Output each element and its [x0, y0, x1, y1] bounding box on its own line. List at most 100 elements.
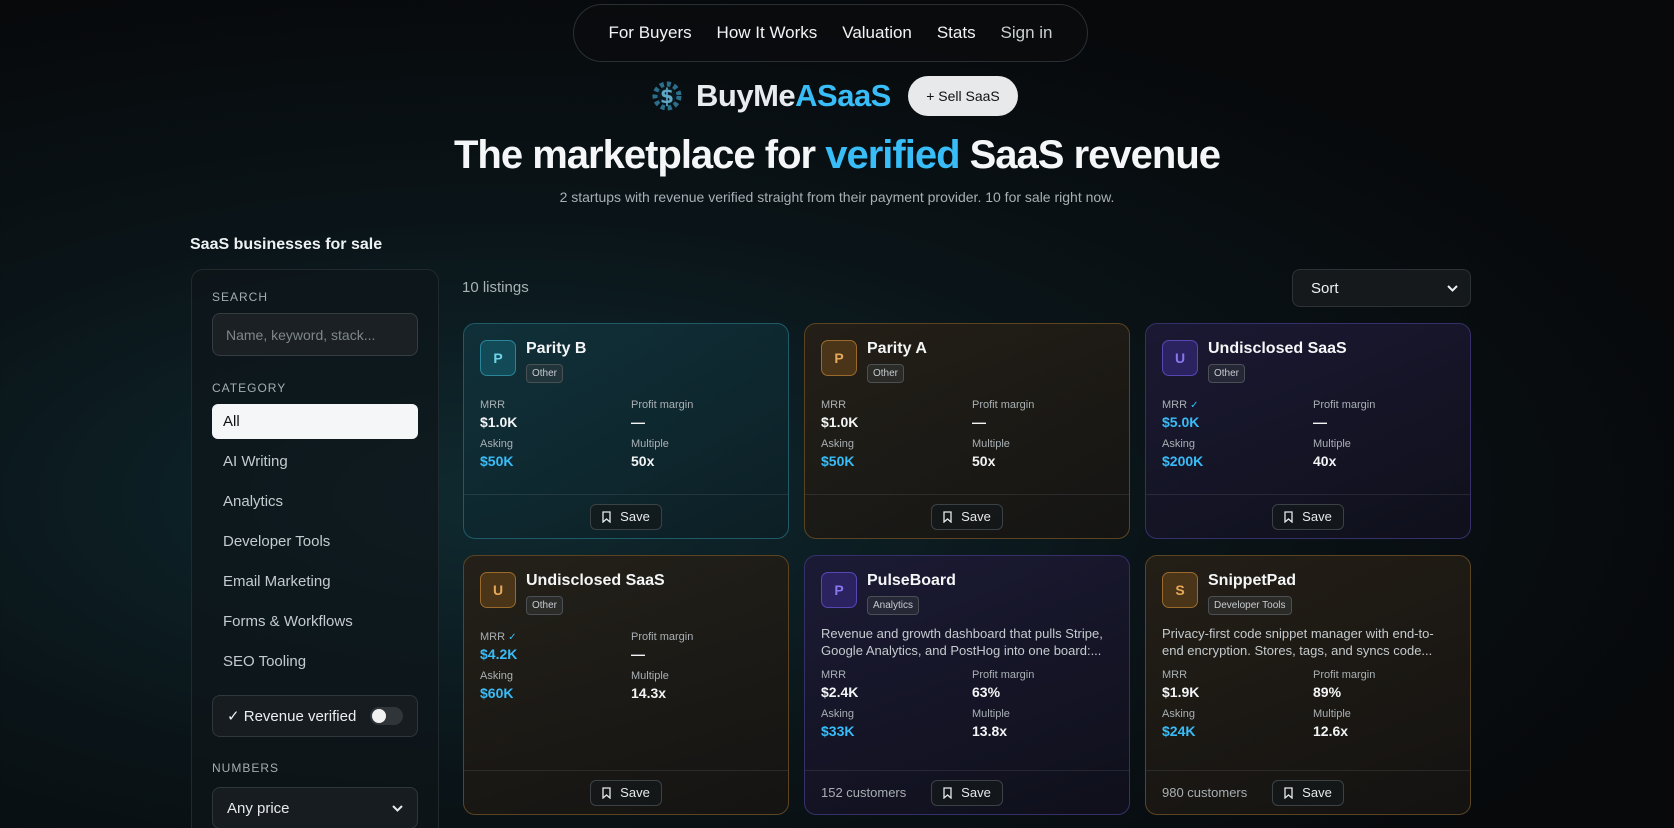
profit-margin-label: Profit margin	[631, 399, 694, 411]
profit-margin-label: Profit margin	[972, 399, 1035, 411]
listing-name[interactable]: Parity A	[867, 340, 927, 358]
category-tag: Other	[867, 364, 905, 383]
asking-label: Asking	[1162, 708, 1196, 720]
profit-margin-value: —	[631, 646, 645, 662]
listing-name[interactable]: SnippetPad	[1208, 572, 1296, 590]
card-title-block: Undisclosed SaaS Other	[526, 572, 665, 615]
nav-sign-in[interactable]: Sign in	[1001, 23, 1053, 43]
multiple-label: Multiple	[631, 670, 669, 682]
card-header: U Undisclosed SaaS Other	[464, 556, 788, 615]
sell-saas-button[interactable]: + Sell SaaS	[908, 76, 1018, 116]
card-footer: Save	[464, 770, 788, 814]
category-tag: Other	[526, 364, 564, 383]
save-label: Save	[620, 785, 650, 800]
mrr-label: MRR ✓	[1162, 399, 1199, 411]
listing-avatar: U	[480, 572, 516, 608]
category-tag: Developer Tools	[1208, 596, 1292, 615]
asking-label: Asking	[1162, 438, 1196, 450]
save-button[interactable]: Save	[590, 779, 662, 806]
profit-margin-label: Profit margin	[1313, 399, 1376, 411]
nav-valuation[interactable]: Valuation	[842, 23, 912, 43]
save-button[interactable]: Save	[1272, 779, 1344, 806]
save-label: Save	[1302, 785, 1332, 800]
asking-value: $33K	[821, 723, 855, 739]
category-item-seo-tooling[interactable]: SEO Tooling	[212, 644, 418, 679]
save-label: Save	[961, 785, 991, 800]
profit-margin-label: Profit margin	[972, 669, 1035, 681]
listing-name[interactable]: Undisclosed SaaS	[1208, 340, 1347, 358]
category-item-email-marketing[interactable]: Email Marketing	[212, 564, 418, 599]
profit-margin-value: —	[972, 414, 986, 430]
listing-card[interactable]: U Undisclosed SaaS Other MRR ✓ $5.0K Profit m…	[1145, 323, 1471, 539]
mrr-value: $4.2K	[480, 646, 518, 662]
switch-knob	[372, 709, 386, 723]
multiple-label: Multiple	[631, 438, 669, 450]
card-header: P Parity A Other	[805, 324, 1129, 383]
asking-label: Asking	[821, 708, 855, 720]
bookmark-icon	[943, 510, 952, 523]
asking-value: $50K	[480, 453, 514, 469]
listing-name[interactable]: PulseBoard	[867, 572, 956, 590]
revenue-verified-switch[interactable]	[370, 707, 403, 725]
filter-sidebar: SEARCH CATEGORY All AI Writing Analytics…	[191, 269, 439, 828]
category-item-analytics[interactable]: Analytics	[212, 484, 418, 519]
listing-description: Revenue and growth dashboard that pulls …	[821, 626, 1103, 658]
card-title-block: Parity B Other	[526, 340, 586, 383]
nav-stats[interactable]: Stats	[937, 23, 976, 43]
nav-how-it-works[interactable]: How It Works	[717, 23, 818, 43]
asking-label: Asking	[821, 438, 855, 450]
listing-avatar: P	[821, 340, 857, 376]
revenue-verified-toggle-row[interactable]: ✓ Revenue verified	[212, 695, 418, 737]
listing-metrics: MRR ✓ $5.0K Profit margin — Asking $200K Multi…	[1146, 383, 1470, 469]
sort-select[interactable]: Sort	[1292, 269, 1471, 307]
profit-margin-value: 63%	[972, 684, 1001, 700]
asking-value: $50K	[821, 453, 855, 469]
category-item-developer-tools[interactable]: Developer Tools	[212, 524, 418, 559]
listing-metrics: MRR $2.4K Profit margin 63% Asking $33K Multip…	[805, 659, 1129, 739]
card-header: P PulseBoard Analytics	[805, 556, 1129, 615]
listing-card[interactable]: S SnippetPad Developer Tools Privacy-first …	[1145, 555, 1471, 815]
listing-name[interactable]: Undisclosed SaaS	[526, 572, 665, 590]
listing-card[interactable]: P PulseBoard Analytics Revenue and growth d…	[804, 555, 1130, 815]
bookmark-icon	[1284, 510, 1293, 523]
card-footer: 152 customers Save	[805, 770, 1129, 814]
mrr-value: $1.0K	[480, 414, 518, 430]
price-select[interactable]: Any price	[212, 787, 418, 828]
save-button[interactable]: Save	[590, 503, 662, 530]
category-list: All AI Writing Analytics Developer Tools…	[212, 404, 418, 679]
card-footer: 980 customers Save	[1146, 770, 1470, 814]
category-item-all[interactable]: All	[212, 404, 418, 439]
save-button[interactable]: Save	[931, 503, 1003, 530]
listing-card[interactable]: P Parity A Other MRR $1.0K Profit margin — Aski…	[804, 323, 1130, 539]
multiple-label: Multiple	[1313, 438, 1351, 450]
listings-count: 10 listings	[462, 279, 529, 296]
bookmark-icon	[943, 786, 952, 799]
save-button[interactable]: Save	[931, 779, 1003, 806]
search-input[interactable]	[212, 313, 418, 356]
asking-label: Asking	[480, 438, 514, 450]
listing-metrics: MRR $1.0K Profit margin — Asking $50K Multiple…	[805, 383, 1129, 469]
nav-for-buyers[interactable]: For Buyers	[608, 23, 691, 43]
mrr-value: $5.0K	[1162, 414, 1200, 430]
listing-name[interactable]: Parity B	[526, 340, 586, 358]
category-tag: Other	[1208, 364, 1246, 383]
category-item-forms-workflows[interactable]: Forms & Workflows	[212, 604, 418, 639]
mrr-label: MRR ✓	[480, 631, 517, 643]
sort-select-value: Sort	[1311, 279, 1339, 297]
save-label: Save	[1302, 509, 1332, 524]
mrr-label: MRR	[1162, 669, 1188, 681]
bookmark-icon	[602, 510, 611, 523]
listing-card[interactable]: P Parity B Other MRR $1.0K Profit margin — Aski…	[463, 323, 789, 539]
card-footer: Save	[1146, 494, 1470, 538]
multiple-label: Multiple	[972, 708, 1010, 720]
bookmark-icon	[602, 786, 611, 799]
listing-card[interactable]: U Undisclosed SaaS Other MRR ✓ $4.2K Profit m…	[463, 555, 789, 815]
save-button[interactable]: Save	[1272, 503, 1344, 530]
brand-logo[interactable]: $ BuyMeASaaS	[648, 76, 891, 116]
card-title-block: SnippetPad Developer Tools	[1208, 572, 1296, 615]
brand-name: BuyMeASaaS	[696, 78, 891, 113]
category-tag: Other	[526, 596, 564, 615]
category-item-ai-writing[interactable]: AI Writing	[212, 444, 418, 479]
chevron-down-icon	[392, 804, 403, 812]
listing-metrics: MRR $1.0K Profit margin — Asking $50K Multiple…	[464, 383, 788, 469]
